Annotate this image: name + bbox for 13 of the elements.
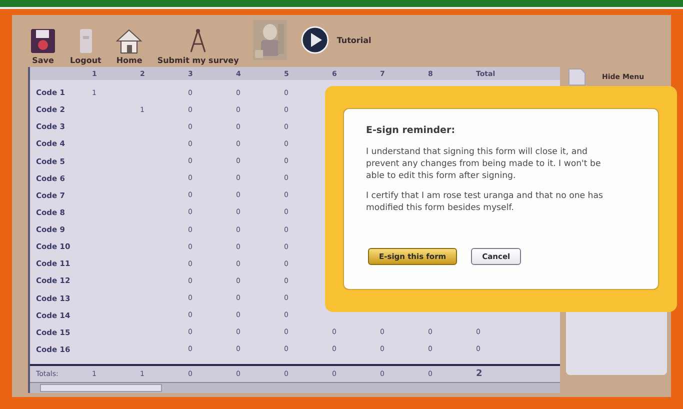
door-icon bbox=[78, 28, 93, 54]
dialog-title: E-sign reminder: bbox=[366, 125, 456, 136]
save-button[interactable]: Save bbox=[30, 28, 56, 65]
dialog-text: I understand that signing this form will close it, and prevent any changes from being made to it. I won't be able to edit this form after signing. bbox=[366, 146, 602, 182]
submit-button[interactable]: Submit my survey bbox=[157, 28, 239, 65]
home-button[interactable]: Home bbox=[115, 28, 144, 65]
logout-button[interactable]: Logout bbox=[70, 28, 102, 65]
horizontal-scrollbar[interactable] bbox=[30, 382, 560, 393]
play-icon bbox=[300, 26, 329, 54]
dialog-text: I certify that I am rose test uranga and that no one has modified this form besides myself. bbox=[366, 190, 604, 214]
tutorial-button[interactable]: Tutorial bbox=[300, 26, 372, 54]
house-icon bbox=[115, 28, 144, 54]
total-cell-text: 2 bbox=[475, 369, 484, 379]
